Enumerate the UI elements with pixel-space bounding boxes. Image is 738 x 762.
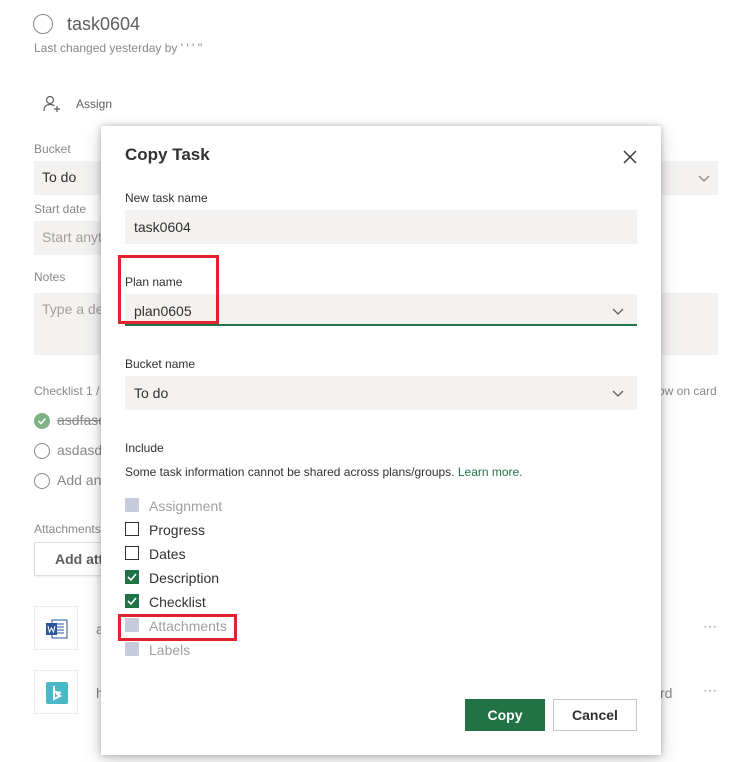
checklist-label: Checklist	[149, 594, 206, 610]
chevron-down-icon	[698, 175, 710, 182]
progress-checkbox[interactable]	[125, 522, 139, 536]
new-task-name-input[interactable]: task0604	[125, 210, 637, 244]
more-icon[interactable]: ⋯	[703, 682, 718, 699]
learn-more-link[interactable]: Learn more.	[458, 465, 523, 479]
task-complete-circle[interactable]	[33, 14, 53, 34]
attachments-checkbox[interactable]	[125, 618, 139, 632]
description-label: Description	[149, 570, 220, 586]
last-changed-label: Last changed yesterday by	[34, 41, 178, 55]
include-label: Include	[125, 441, 164, 455]
copy-button[interactable]: Copy	[465, 699, 545, 731]
copy-task-dialog: Copy Task New task name task0604 Plan na…	[101, 126, 661, 755]
bucket-value: To do	[42, 169, 77, 185]
assignment-checkbox[interactable]	[125, 498, 139, 512]
word-doc-icon	[46, 619, 68, 639]
checklist-item-text-2[interactable]: asdasdf	[57, 442, 106, 458]
changed-by: ' ' ' ''	[180, 41, 203, 55]
show-on-card-label[interactable]: ow on card	[658, 384, 717, 398]
plan-name-select[interactable]: plan0605	[125, 294, 637, 326]
notes-label: Notes	[34, 270, 66, 284]
bucket-name-select[interactable]: To do	[125, 376, 637, 410]
attachments-label: Attachments	[34, 522, 101, 536]
bucket-label: Bucket	[34, 142, 71, 156]
checklist-checkbox[interactable]	[125, 594, 139, 608]
chevron-down-icon	[612, 390, 624, 397]
last-changed-text: Last changed yesterday by ' ' ' ''	[34, 41, 202, 55]
attachment-tile-2[interactable]	[34, 670, 78, 714]
close-icon[interactable]	[619, 146, 641, 168]
labels-option-label: Labels	[149, 642, 191, 658]
add-checklist-item-circle[interactable]	[34, 473, 50, 489]
bucket-name-value: To do	[134, 385, 169, 401]
checklist-item-check-2[interactable]	[34, 443, 50, 459]
labels-checkbox[interactable]	[125, 642, 139, 656]
checklist-item-check-1[interactable]	[34, 413, 50, 429]
checkmark-icon	[37, 417, 47, 425]
dialog-title: Copy Task	[125, 145, 210, 164]
add-checklist-item[interactable]: Add an	[57, 472, 101, 488]
chevron-down-icon	[612, 308, 624, 315]
bucket-name-label: Bucket name	[125, 357, 196, 371]
task-title: task0604	[67, 14, 141, 34]
start-date-label: Start date	[34, 202, 87, 216]
bing-icon	[46, 682, 68, 704]
person-add-icon[interactable]	[43, 95, 61, 113]
description-checkbox[interactable]	[125, 570, 139, 584]
attachments-option-label: Attachments	[149, 618, 227, 634]
plan-name-label: Plan name	[125, 275, 183, 289]
checkmark-icon	[127, 597, 137, 606]
attachment-card-text: rd	[660, 685, 673, 701]
assignment-label: Assignment	[149, 498, 223, 514]
progress-label: Progress	[149, 522, 206, 538]
dates-label: Dates	[149, 546, 186, 562]
include-note: Some task information cannot be shared a…	[125, 465, 523, 479]
cancel-button[interactable]: Cancel	[553, 699, 637, 731]
more-icon[interactable]: ⋯	[703, 618, 718, 635]
attachment-tile-1[interactable]	[34, 606, 78, 650]
checklist-item-text-1[interactable]: asdfasc	[57, 412, 105, 428]
checklist-label: Checklist 1 /	[34, 384, 100, 398]
checkmark-icon	[127, 573, 137, 582]
plan-name-value: plan0605	[134, 303, 192, 319]
dates-checkbox[interactable]	[125, 546, 139, 560]
new-task-name-label: New task name	[125, 191, 208, 205]
assign-button[interactable]: Assign	[76, 97, 112, 111]
include-note-text: Some task information cannot be shared a…	[125, 465, 455, 479]
